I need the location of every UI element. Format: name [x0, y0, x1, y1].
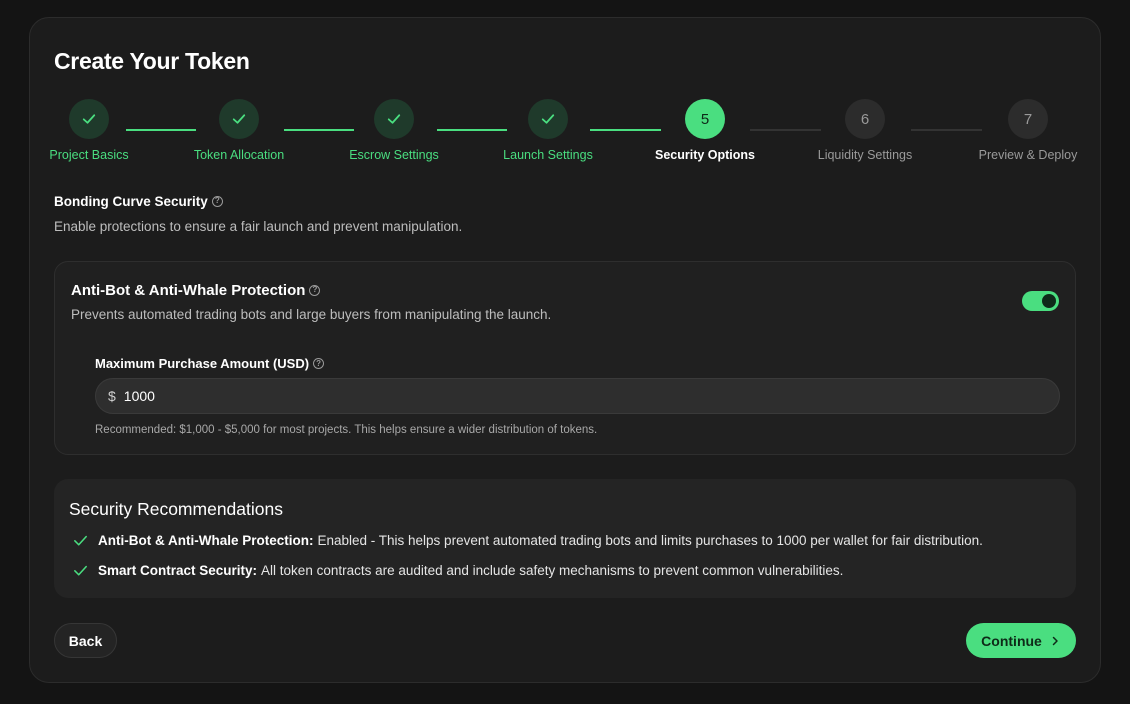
check-icon — [74, 535, 87, 546]
max-purchase-label-text: Maximum Purchase Amount (USD) — [95, 356, 310, 371]
max-purchase-input[interactable] — [123, 388, 1024, 404]
step-3-circle[interactable] — [374, 99, 414, 139]
step-5-circle[interactable]: 5 — [685, 99, 725, 139]
recommendation-bold: Anti-Bot & Anti-Whale Protection: — [98, 533, 314, 548]
recommendations-title: Security Recommendations — [69, 499, 283, 519]
help-icon[interactable]: ? — [211, 195, 223, 207]
step-5-label: Security Options — [654, 148, 756, 162]
step-connector — [750, 129, 821, 131]
check-icon — [82, 114, 96, 124]
help-icon[interactable]: ? — [313, 358, 325, 370]
step-4-label: Launch Settings — [503, 148, 593, 162]
continue-button[interactable]: Continue — [966, 623, 1076, 658]
step-2-label: Token Allocation — [193, 148, 285, 162]
step-1-label: Project Basics — [49, 148, 129, 162]
section-title: Bonding Curve Security? — [54, 194, 223, 209]
check-icon — [541, 114, 555, 124]
security-recommendations-panel: Security Recommendations Anti-Bot & Anti… — [54, 479, 1076, 598]
step-3-label: Escrow Settings — [349, 148, 439, 162]
chevron-right-icon — [1052, 636, 1058, 645]
step-2-circle[interactable] — [219, 99, 259, 139]
protection-description: Prevents automated trading bots and larg… — [71, 307, 552, 322]
recommendation-item: Smart Contract Security: All token contr… — [72, 562, 843, 579]
recommendation-bold: Smart Contract Security: — [98, 563, 258, 578]
recommendation-text: Enabled - This helps prevent automated t… — [317, 533, 983, 548]
step-7-label: Preview & Deploy — [978, 148, 1078, 162]
check-icon — [387, 114, 401, 124]
section-subtitle: Enable protections to ensure a fair laun… — [54, 219, 463, 234]
continue-label: Continue — [981, 632, 1042, 649]
help-icon[interactable]: ? — [309, 284, 321, 296]
protection-title-text: Anti-Bot & Anti-Whale Protection — [71, 282, 306, 299]
protection-title: Anti-Bot & Anti-Whale Protection? — [71, 282, 321, 299]
recommendation-text: All token contracts are audited and incl… — [261, 563, 844, 578]
check-icon — [232, 114, 246, 124]
page-title: Create Your Token — [54, 48, 250, 74]
anti-bot-protection-panel: Anti-Bot & Anti-Whale Protection? Preven… — [54, 261, 1076, 455]
step-6-circle[interactable]: 6 — [845, 99, 885, 139]
create-token-card: Create Your Token 5 6 7 Project Basics T… — [29, 17, 1101, 683]
currency-prefix: $ — [108, 388, 116, 404]
step-connector — [911, 129, 982, 131]
step-connector — [437, 129, 507, 131]
step-6-label: Liquidity Settings — [817, 148, 913, 162]
max-purchase-hint: Recommended: $1,000 - $5,000 for most pr… — [95, 424, 598, 436]
step-7-circle[interactable]: 7 — [1008, 99, 1048, 139]
protection-toggle[interactable] — [1022, 291, 1059, 311]
step-connector — [284, 129, 354, 131]
step-connector — [590, 129, 661, 131]
max-purchase-input-wrapper[interactable]: $ — [95, 378, 1060, 414]
back-button[interactable]: Back — [54, 623, 117, 658]
step-4-circle[interactable] — [528, 99, 568, 139]
step-1-circle[interactable] — [69, 99, 109, 139]
max-purchase-label: Maximum Purchase Amount (USD)? — [95, 356, 325, 371]
toggle-knob — [1042, 294, 1056, 308]
recommendation-item: Anti-Bot & Anti-Whale Protection: Enable… — [72, 532, 983, 549]
step-connector — [126, 129, 196, 131]
section-title-text: Bonding Curve Security — [54, 194, 208, 209]
check-icon — [74, 565, 87, 576]
